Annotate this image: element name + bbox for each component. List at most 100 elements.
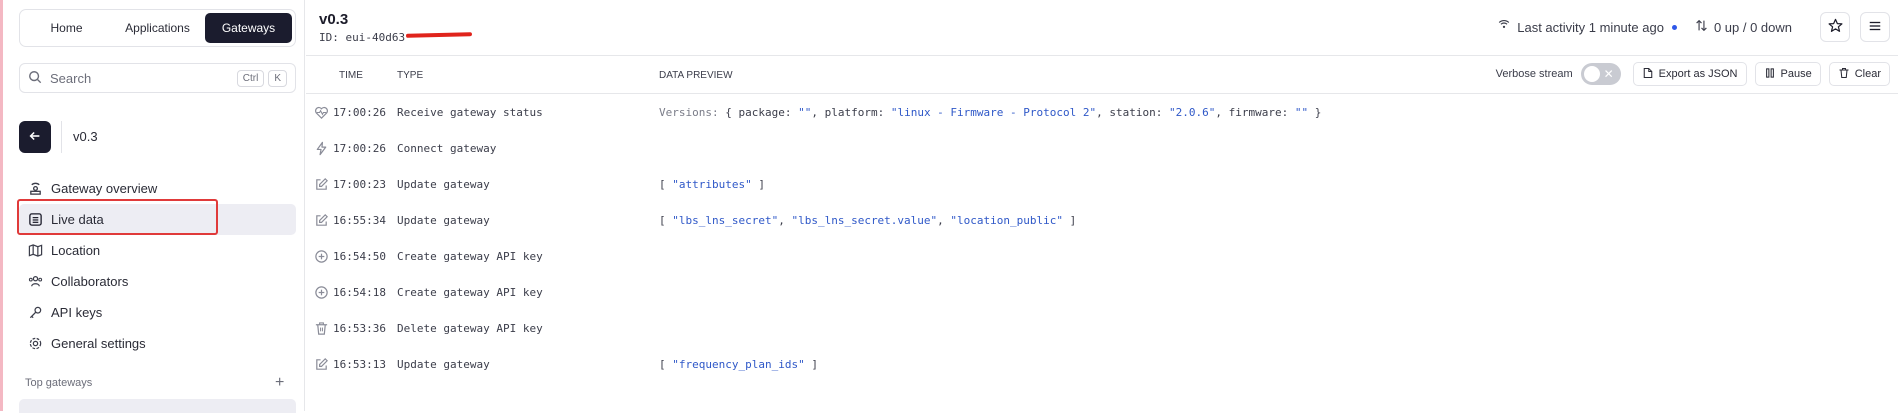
- table-row[interactable]: 17:00:23 Update gateway [ "attributes" ]: [306, 166, 1898, 202]
- signal-icon: [1497, 19, 1511, 36]
- search-placeholder: Search: [50, 70, 92, 86]
- event-preview: Versions: { package: "", platform: "linu…: [659, 106, 1321, 119]
- preview-value: { package: "", platform: "linux - Firmwa…: [725, 106, 1322, 119]
- table-row[interactable]: 16:54:18 Create gateway API key: [306, 274, 1898, 310]
- close-icon: ✕: [1603, 67, 1614, 81]
- sidebar-item-collaborators[interactable]: Collaborators: [19, 266, 296, 297]
- event-type: Delete gateway API key: [397, 322, 543, 335]
- up-down-arrows-icon: [1695, 19, 1708, 35]
- sidebar-item-location[interactable]: Location: [19, 235, 296, 266]
- main-panel: v0.3 ID: eui-40d63 Last activity 1 minut…: [306, 0, 1898, 411]
- sidebar-item-label: Location: [51, 243, 101, 258]
- event-type: Update gateway: [397, 214, 490, 227]
- tab-applications[interactable]: Applications: [114, 13, 201, 43]
- top-navigation: Home Applications Gateways: [19, 9, 296, 47]
- sidebar-item-label: API keys: [51, 305, 103, 320]
- toggle-knob: [1583, 66, 1600, 82]
- event-type: Update gateway: [397, 178, 490, 191]
- event-time: 17:00:26: [333, 142, 386, 155]
- verbose-stream-label: Verbose stream: [1495, 68, 1573, 80]
- table-row[interactable]: 17:00:26 Connect gateway: [306, 130, 1898, 166]
- table-row[interactable]: 16:53:13 Update gateway [ "frequency_pla…: [306, 346, 1898, 382]
- map-icon: [27, 243, 43, 259]
- tab-gateways[interactable]: Gateways: [205, 13, 292, 43]
- back-button[interactable]: [19, 121, 51, 153]
- gateway-id-value: eui-40d63: [345, 31, 406, 44]
- gear-icon: [27, 336, 43, 352]
- edit-icon: [313, 176, 329, 192]
- search-icon: [28, 70, 42, 87]
- event-time: 16:53:13: [333, 358, 386, 371]
- verbose-stream-toggle[interactable]: ✕: [1580, 63, 1621, 85]
- clear-button[interactable]: Clear: [1828, 62, 1890, 86]
- pause-icon: [1764, 67, 1776, 82]
- event-preview: [ "attributes" ]: [659, 178, 765, 191]
- event-time: 16:53:36: [333, 322, 386, 335]
- last-activity: Last activity 1 minute ago: [1497, 19, 1677, 36]
- arrow-left-icon: [28, 129, 42, 146]
- shortcut-key-ctrl: Ctrl: [236, 69, 265, 87]
- event-type: Create gateway API key: [397, 250, 543, 263]
- gateway-icon: [27, 181, 43, 197]
- annotation-highlight-box: [17, 199, 218, 235]
- edit-icon: [313, 212, 329, 228]
- star-button[interactable]: [1820, 12, 1850, 42]
- trash-icon: [313, 320, 329, 336]
- last-activity-text: Last activity 1 minute ago: [1517, 19, 1664, 35]
- users-icon: [27, 274, 43, 290]
- star-icon: [1828, 18, 1843, 36]
- table-row[interactable]: 16:54:50 Create gateway API key: [306, 238, 1898, 274]
- event-type: Receive gateway status: [397, 106, 543, 119]
- event-table: 17:00:26 Receive gateway status Versions…: [306, 94, 1898, 382]
- page-title: v0.3: [319, 11, 349, 28]
- gateway-name: v0.3: [73, 129, 98, 144]
- sidebar-item-general-settings[interactable]: General settings: [19, 328, 296, 359]
- event-type: Update gateway: [397, 358, 490, 371]
- event-type: Create gateway API key: [397, 286, 543, 299]
- trash-icon: [1838, 67, 1850, 82]
- table-header: TIME TYPE DATA PREVIEW Verbose stream ✕ …: [306, 56, 1898, 94]
- table-row[interactable]: 17:00:26 Receive gateway status Versions…: [306, 94, 1898, 130]
- search-input[interactable]: Search Ctrl K: [19, 63, 296, 93]
- divider: [61, 121, 62, 153]
- stream-controls: Verbose stream ✕ Export as JSON Pause Cl…: [1496, 62, 1890, 86]
- heartbeat-icon: [313, 104, 329, 120]
- sidebar-item-label: Collaborators: [51, 274, 129, 289]
- column-type: TYPE: [397, 70, 424, 81]
- pause-button[interactable]: Pause: [1754, 62, 1821, 86]
- sidebar-item-label: Gateway overview: [51, 181, 158, 196]
- event-time: 17:00:26: [333, 106, 386, 119]
- export-icon: [1642, 67, 1654, 82]
- traffic-counter: 0 up / 0 down: [1695, 19, 1792, 35]
- hamburger-icon: [1868, 19, 1882, 36]
- sidebar-item-api-keys[interactable]: API keys: [19, 297, 296, 328]
- redaction-mark: [405, 32, 473, 38]
- export-json-button[interactable]: Export as JSON: [1632, 62, 1747, 86]
- page-header: v0.3 ID: eui-40d63 Last activity 1 minut…: [306, 0, 1898, 56]
- menu-button[interactable]: [1860, 12, 1890, 42]
- gateway-id: ID: eui-40d63: [319, 31, 405, 44]
- key-icon: [27, 305, 43, 321]
- event-time: 16:54:18: [333, 286, 386, 299]
- tab-home[interactable]: Home: [23, 13, 110, 43]
- event-preview: [ "frequency_plan_ids" ]: [659, 358, 818, 371]
- event-time: 16:55:34: [333, 214, 386, 227]
- add-top-gateway-button[interactable]: +: [275, 374, 284, 392]
- activity-dot: [1671, 24, 1677, 30]
- column-time: TIME: [339, 70, 363, 81]
- plus-circle-icon: [313, 248, 329, 264]
- table-row[interactable]: 16:53:36 Delete gateway API key: [306, 310, 1898, 346]
- edit-icon: [313, 356, 329, 372]
- shortcut-key-k: K: [268, 69, 287, 87]
- sidebar: Home Applications Gateways Search Ctrl K…: [3, 0, 305, 413]
- export-json-label: Export as JSON: [1658, 68, 1738, 80]
- header-status: Last activity 1 minute ago 0 up / 0 down: [1497, 12, 1890, 42]
- clear-label: Clear: [1854, 68, 1881, 80]
- column-data-preview: DATA PREVIEW: [659, 70, 733, 81]
- section-title-top-gateways: Top gateways: [25, 377, 93, 389]
- gateway-id-label: ID:: [319, 31, 339, 44]
- pause-label: Pause: [1780, 68, 1812, 80]
- table-row[interactable]: 16:55:34 Update gateway [ "lbs_lns_secre…: [306, 202, 1898, 238]
- event-type: Connect gateway: [397, 142, 497, 155]
- sidebar-item-label: General settings: [51, 336, 146, 351]
